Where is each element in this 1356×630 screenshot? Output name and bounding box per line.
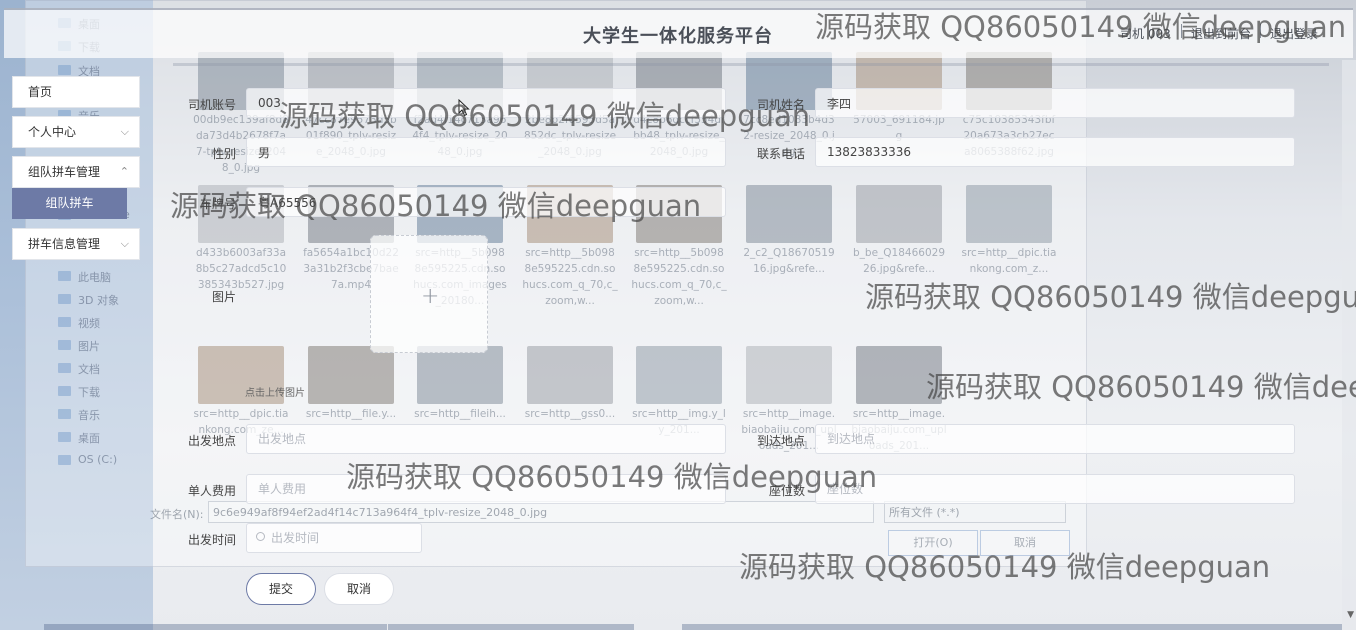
background-thumbnail: [527, 346, 613, 404]
background-nav-item: 视频: [78, 317, 100, 330]
background-thumbnail-caption: src=http__dpic.tiankong.com_z...: [961, 247, 1057, 275]
background-thumbnail-caption: src=http__5b0988e595225.cdn.sohucs.com_q…: [631, 247, 727, 307]
destination-input[interactable]: [815, 424, 1295, 454]
background-nav-icon: [58, 294, 71, 304]
gender-label: 性别: [211, 147, 236, 161]
background-nav-icon: [58, 363, 71, 373]
background-nav-item: 此电脑: [78, 271, 111, 284]
scroll-down-arrow-icon[interactable]: ▼: [1347, 610, 1354, 620]
background-thumbnail-caption: 2_c2_Q1867051916.jpg&refe...: [743, 247, 835, 275]
watermark-text: 源码获取 QQ86050149 微信deepguan: [170, 189, 702, 223]
departure-label: 出发地点: [187, 434, 236, 448]
background-filetype-select: 所有文件 (*.*): [884, 501, 1066, 523]
chevron-up-icon: ⌃: [119, 165, 129, 178]
watermark-text: 源码获取 QQ86050149 微信deepguan: [865, 280, 1356, 314]
menu-item-carpool-info[interactable]: 拼车信息管理 ⌵: [12, 228, 140, 260]
driver-name-field[interactable]: [815, 88, 1295, 118]
image-label: 图片: [211, 290, 236, 304]
background-thumbnail-caption: src=http__5b0988e595225.cdn.sohucs.com_q…: [522, 247, 618, 307]
menu-item-label: 首页: [28, 85, 53, 99]
background-nav-item: 3D 对象: [78, 294, 119, 307]
chevron-down-icon: ⌵: [120, 125, 129, 138]
background-thumbnail-caption: b_be_Q1846602926.jpg&refe...: [853, 247, 945, 275]
background-nav-item: 图片: [78, 340, 100, 353]
menu-item-label: 组队拼车管理: [28, 165, 101, 179]
background-thumbnail: [966, 185, 1052, 243]
background-nav-icon: [58, 455, 71, 465]
background-thumbnail: [746, 185, 832, 243]
depart-time-label: 出发时间: [187, 533, 236, 547]
background-thumbnail-caption: src=http__file.y...: [305, 408, 397, 420]
gender-field[interactable]: [246, 137, 726, 167]
background-thumbnail-caption: d433b6003af33a8b5c27adcd5c10385343b527.j…: [195, 247, 287, 291]
background-filename-label: 文件名(N):: [150, 508, 204, 521]
plus-icon: +: [421, 284, 440, 309]
watermark-text: 源码获取 QQ86050149 微信deepguan: [346, 460, 878, 494]
clock-icon: [256, 532, 265, 541]
background-thumbnail: [746, 346, 832, 404]
departure-input[interactable]: [246, 424, 726, 454]
depart-time-picker[interactable]: [246, 523, 422, 553]
background-nav-icon: [58, 386, 71, 396]
page-scrollbar[interactable]: [1342, 60, 1356, 630]
background-thumbnail: [636, 346, 722, 404]
background-nav-icon: [58, 409, 71, 419]
seats-input[interactable]: [815, 474, 1295, 504]
menu-subitem-carpool[interactable]: 组队拼车: [12, 188, 127, 219]
watermark-text: 源码获取 QQ86050149 微信deepguan: [926, 370, 1356, 404]
background-nav-item: OS (C:): [78, 453, 118, 466]
background-nav-icon: [58, 317, 71, 327]
watermark-text: 源码获取 QQ86050149 微信deepguan: [815, 10, 1347, 44]
upload-tip: 点击上传图片: [245, 388, 305, 399]
background-thumbnail: [308, 346, 394, 404]
app-title: 大学生一体化服务平台: [583, 26, 773, 47]
background-thumbnail-caption: src=http__gss0...: [524, 408, 616, 420]
cancel-button[interactable]: 取消: [324, 573, 394, 605]
header-underline: [173, 63, 1329, 66]
watermark-text: 源码获取 QQ86050149 微信deepguan: [739, 550, 1271, 584]
background-nav-item: 文档: [78, 363, 100, 376]
background-nav-item: 下载: [78, 386, 100, 399]
watermark-text: 源码获取 QQ86050149 微信deepguan: [279, 99, 811, 133]
phone-field[interactable]: [815, 137, 1295, 167]
background-taskbar-segment: [682, 624, 1342, 630]
background-nav-icon: [58, 65, 71, 75]
background-taskbar-segment: [44, 624, 387, 630]
background-thumbnail-caption: src=http__fileih...: [414, 408, 506, 420]
phone-label: 联系电话: [756, 147, 805, 161]
image-upload-box[interactable]: +: [370, 235, 488, 353]
menu-item-carpool-team[interactable]: 组队拼车管理 ⌃: [12, 156, 140, 188]
chevron-down-icon: ⌵: [120, 237, 129, 250]
submit-button[interactable]: 提交: [246, 573, 316, 605]
menu-item-label: 拼车信息管理: [28, 237, 101, 251]
background-nav-icon: [58, 340, 71, 350]
menu-item-home[interactable]: 首页: [12, 76, 140, 108]
background-nav-item: 音乐: [78, 409, 100, 422]
driver-account-label: 司机账号: [187, 98, 236, 112]
background-thumbnail: [417, 346, 503, 404]
background-thumbnail: [856, 185, 942, 243]
menu-item-profile[interactable]: 个人中心 ⌵: [12, 116, 140, 148]
fare-label: 单人费用: [187, 484, 236, 498]
background-taskbar-segment: [388, 624, 634, 630]
background-nav-icon: [58, 271, 71, 281]
background-nav-item: 桌面: [78, 432, 100, 445]
menu-item-label: 个人中心: [28, 125, 77, 139]
background-filename-field: 9c6e949af8f94ef2ad4f14c713a964f4_tplv-re…: [208, 501, 874, 523]
destination-label: 到达地点: [756, 434, 805, 448]
background-nav-icon: [58, 432, 71, 442]
